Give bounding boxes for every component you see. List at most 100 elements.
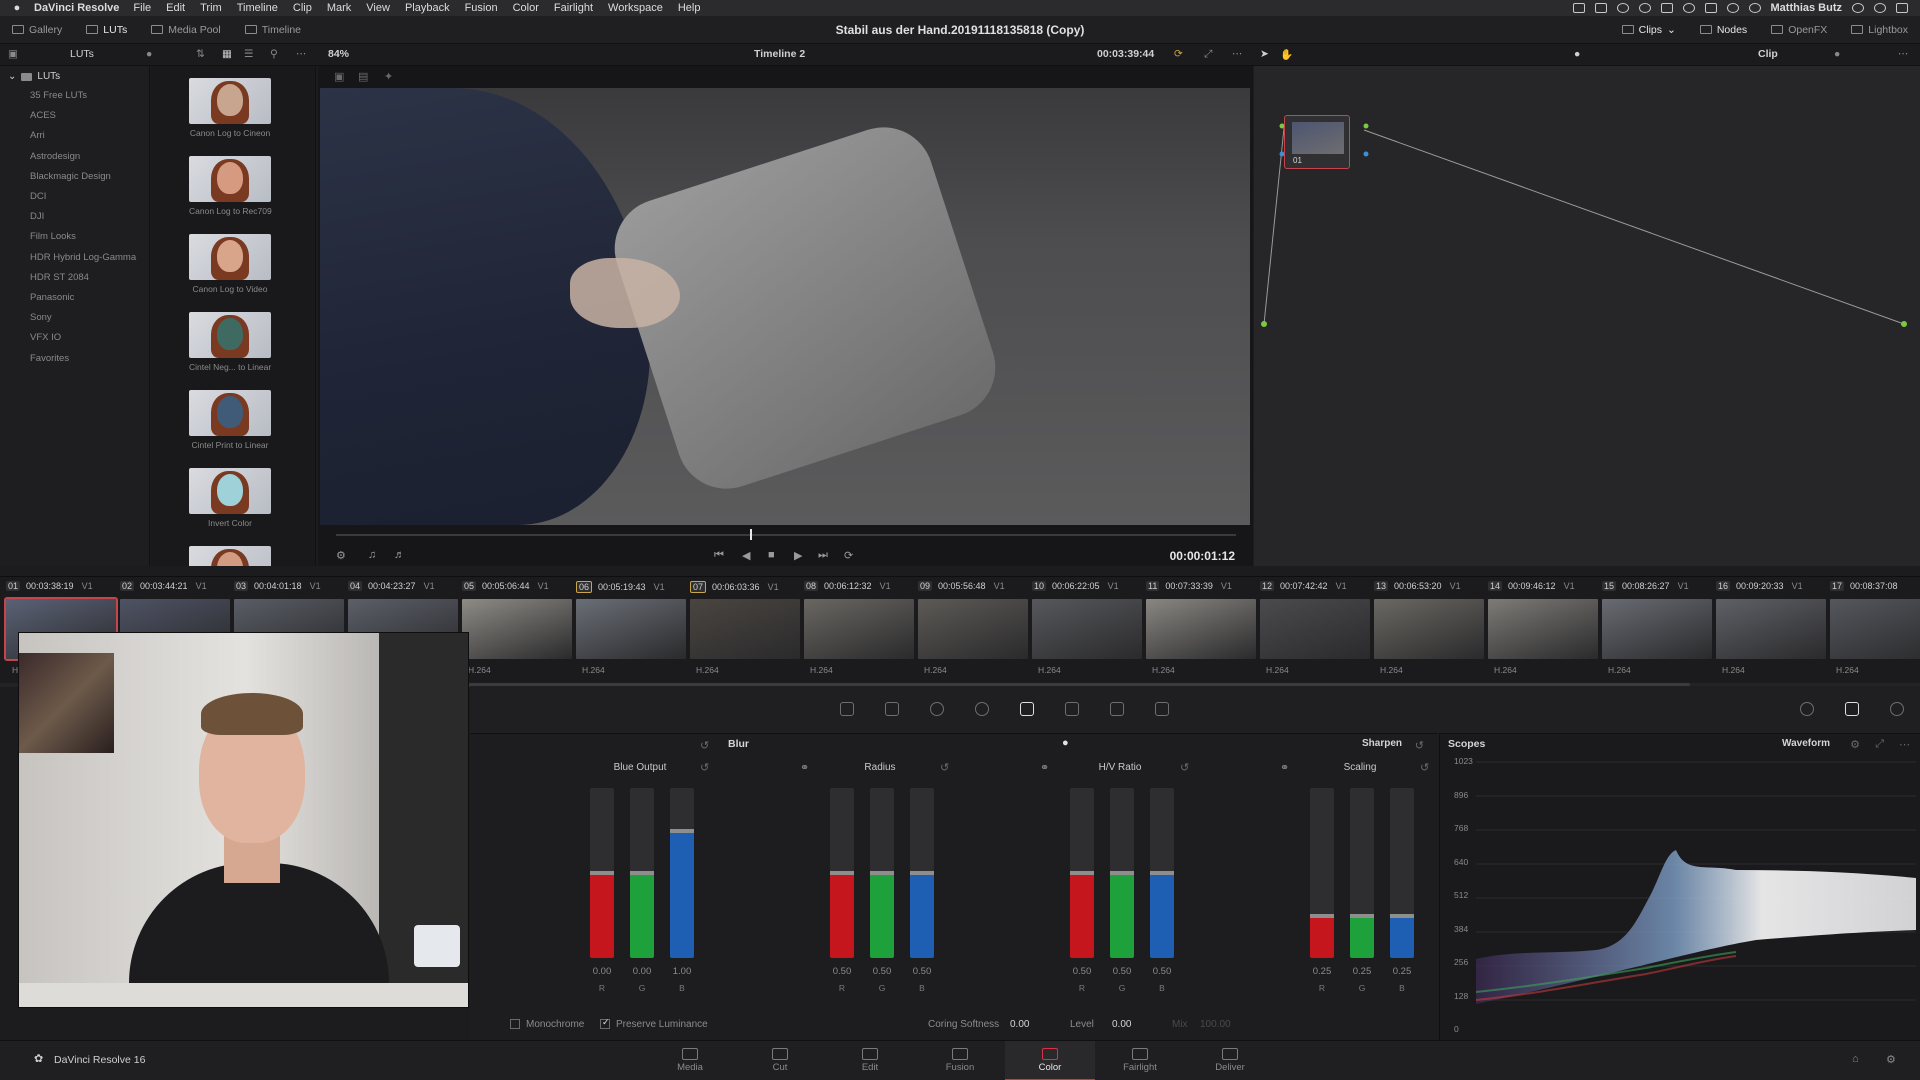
settings-icon[interactable]: ⚙: [1886, 1053, 1896, 1066]
siri-icon[interactable]: [1748, 3, 1761, 13]
blur-slider-b[interactable]: [910, 788, 934, 958]
blur-value[interactable]: 1.00: [662, 966, 702, 977]
3d-icon[interactable]: [1155, 702, 1169, 716]
app-menu[interactable]: DaVinci Resolve: [34, 2, 119, 14]
viewer-scrubber[interactable]: [336, 529, 1236, 540]
level-value[interactable]: 0.00: [1112, 1019, 1131, 1030]
reset-icon[interactable]: ↺: [700, 739, 709, 752]
blur-value[interactable]: 0.50: [902, 966, 942, 977]
stop-icon[interactable]: ■: [768, 549, 775, 561]
node-01[interactable]: 01: [1284, 115, 1350, 169]
blur-icon[interactable]: [1020, 702, 1034, 716]
play-icon[interactable]: ▶: [794, 549, 802, 562]
clip-thumbnail[interactable]: [1032, 599, 1142, 659]
hand-tool-icon[interactable]: ✋: [1280, 48, 1293, 61]
menu-fusion[interactable]: Fusion: [465, 2, 498, 14]
menu-workspace[interactable]: Workspace: [608, 2, 663, 14]
info-icon[interactable]: [1800, 702, 1814, 716]
lut-folder-dji[interactable]: DJI: [30, 211, 44, 222]
page-tab-cut[interactable]: Cut: [735, 1041, 825, 1080]
menu-view[interactable]: View: [366, 2, 390, 14]
page-tab-edit[interactable]: Edit: [825, 1041, 915, 1080]
blur-value[interactable]: 0.50: [1142, 966, 1182, 977]
reset-icon[interactable]: ↺: [940, 761, 949, 774]
blur-value[interactable]: 0.50: [1102, 966, 1142, 977]
home-icon[interactable]: ⌂: [1852, 1053, 1859, 1065]
clip-item[interactable]: 09 00:05:56:48 V1 H.264: [918, 577, 1030, 677]
clip-item[interactable]: 15 00:08:26:27 V1 H.264: [1602, 577, 1714, 677]
link-icon[interactable]: ⚭: [800, 761, 809, 774]
blur-value[interactable]: 0.00: [582, 966, 622, 977]
node-editor[interactable]: 01: [1254, 66, 1920, 566]
blur-slider-g[interactable]: [870, 788, 894, 958]
lut-folder-hdr-st-2084[interactable]: HDR ST 2084: [30, 272, 89, 283]
blur-value[interactable]: 0.25: [1302, 966, 1342, 977]
clip-item[interactable]: 14 00:09:46:12 V1 H.264: [1488, 577, 1600, 677]
luts-button[interactable]: LUTs: [74, 16, 139, 44]
blur-value[interactable]: 0.50: [862, 966, 902, 977]
slider-handle[interactable]: [1350, 913, 1374, 918]
display-icon[interactable]: [1572, 3, 1585, 13]
scope-expand-icon[interactable]: ⤢: [1875, 738, 1884, 751]
blur-value[interactable]: 0.25: [1382, 966, 1422, 977]
about-icon[interactable]: [1890, 702, 1904, 716]
lut-folder-panasonic[interactable]: Panasonic: [30, 292, 74, 303]
page-tab-media[interactable]: Media: [645, 1041, 735, 1080]
slider-handle[interactable]: [1070, 871, 1094, 875]
clip-item[interactable]: 07 00:06:03:36 V1 H.264: [690, 577, 802, 677]
lut-item[interactable]: [189, 546, 271, 566]
clip-item[interactable]: 11 00:07:33:39 V1 H.264: [1146, 577, 1258, 677]
reset-icon[interactable]: ↺: [1180, 761, 1189, 774]
openfx-button[interactable]: OpenFX: [1759, 16, 1839, 44]
blur-slider-g[interactable]: [1110, 788, 1134, 958]
clips-button[interactable]: Clips ⌄: [1610, 16, 1688, 44]
reset-icon[interactable]: ↺: [700, 761, 709, 774]
slider-handle[interactable]: [630, 871, 654, 875]
menu-mark[interactable]: Mark: [327, 2, 351, 14]
timeline-button[interactable]: Timeline: [233, 16, 313, 44]
scope-type-dropdown[interactable]: Waveform: [1782, 738, 1830, 749]
viewer-options-icon[interactable]: ⋯: [1232, 48, 1243, 60]
zoom-level[interactable]: 84%: [328, 48, 349, 60]
lut-folder-hdr-hybrid-log-gamma[interactable]: HDR Hybrid Log-Gamma: [30, 252, 136, 263]
clip-thumbnail[interactable]: [1260, 599, 1370, 659]
reset-icon[interactable]: ↺: [1415, 739, 1424, 752]
page-tab-deliver[interactable]: Deliver: [1185, 1041, 1275, 1080]
menu-help[interactable]: Help: [678, 2, 701, 14]
clip-item[interactable]: 10 00:06:22:05 V1 H.264: [1032, 577, 1144, 677]
audio-icon[interactable]: ♫: [368, 549, 376, 561]
lut-folder-film-looks[interactable]: Film Looks: [30, 231, 76, 242]
play-reverse-icon[interactable]: ◀: [742, 549, 750, 562]
scope-settings-icon[interactable]: ⚙: [1850, 738, 1860, 751]
media-pool-button[interactable]: Media Pool: [139, 16, 233, 44]
clip-thumbnail[interactable]: [1716, 599, 1826, 659]
coring-softness-value[interactable]: 0.00: [1010, 1019, 1029, 1030]
clip-thumbnail[interactable]: [1488, 599, 1598, 659]
lut-folder-vfx-io[interactable]: VFX IO: [30, 332, 61, 343]
clip-thumbnail[interactable]: [1602, 599, 1712, 659]
lut-item[interactable]: Canon Log to Rec709: [189, 156, 272, 216]
gallery-button[interactable]: Gallery: [0, 16, 74, 44]
menu-edit[interactable]: Edit: [166, 2, 185, 14]
more-options-icon[interactable]: ⋯: [296, 48, 307, 60]
menu-clip[interactable]: Clip: [293, 2, 312, 14]
clip-item[interactable]: 13 00:06:53:20 V1 H.264: [1374, 577, 1486, 677]
blur-value[interactable]: 0.25: [1342, 966, 1382, 977]
playhead[interactable]: [750, 529, 752, 540]
slider-handle[interactable]: [670, 828, 694, 833]
sort-icon[interactable]: ⇅: [196, 48, 205, 60]
blur-value[interactable]: 0.50: [1062, 966, 1102, 977]
slider-handle[interactable]: [590, 871, 614, 875]
skip-start-icon[interactable]: ⏮: [714, 549, 724, 562]
highlight-icon[interactable]: ✦: [384, 70, 393, 83]
user-avatar-icon[interactable]: [1874, 3, 1886, 13]
record-icon[interactable]: [1638, 3, 1651, 13]
clock-icon[interactable]: [1682, 3, 1695, 13]
menu-file[interactable]: File: [133, 2, 151, 14]
lut-item[interactable]: Cintel Print to Linear: [189, 390, 271, 450]
lut-folder-aces[interactable]: ACES: [30, 110, 56, 121]
clip-item[interactable]: 16 00:09:20:33 V1 H.264: [1716, 577, 1828, 677]
blur-mode-dropdown[interactable]: Sharpen: [1362, 738, 1402, 749]
clip-thumbnail[interactable]: [1830, 599, 1920, 659]
sizing-icon[interactable]: [1110, 702, 1124, 716]
